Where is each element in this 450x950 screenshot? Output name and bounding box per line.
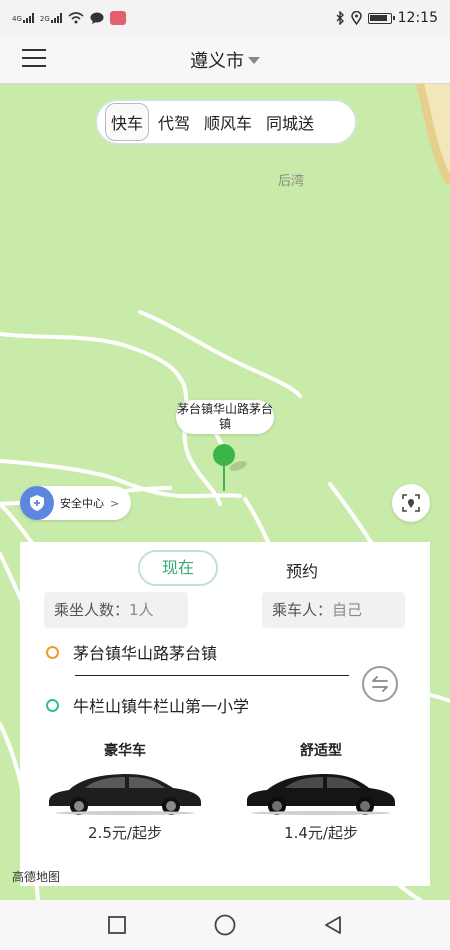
address-divider <box>75 675 349 676</box>
map-pin-icon <box>213 444 248 494</box>
start-dot-icon <box>46 645 59 659</box>
city-selector[interactable]: 遵义市 <box>190 47 260 73</box>
locate-me-button[interactable] <box>392 484 430 522</box>
service-mode-tabs: 快车 代驾 顺风车 同城送 <box>95 99 357 145</box>
pickup-location-label: 茅台镇华山路茅台镇 <box>176 400 274 434</box>
safety-center-button[interactable]: 安全中心 > <box>20 486 132 520</box>
message-icon <box>90 12 104 24</box>
recent-apps-button[interactable] <box>105 913 129 937</box>
car-name: 豪华车 <box>104 743 146 759</box>
tab-carpool[interactable]: 顺风车 <box>199 104 257 140</box>
battery-icon <box>367 12 395 24</box>
rider-value: 自己 <box>332 601 363 619</box>
menu-button[interactable] <box>22 49 46 69</box>
map-place-label: 后湾 <box>278 174 305 189</box>
map-provider-logo: 高德地图 <box>12 870 61 884</box>
signal-icon: 2G <box>40 13 62 23</box>
swap-addresses-button[interactable] <box>362 666 398 702</box>
passenger-count-label: 乘坐人数： <box>54 601 130 619</box>
tab-reserve[interactable]: 预约 <box>286 558 318 582</box>
bluetooth-icon <box>336 11 344 25</box>
end-address[interactable]: 牛栏山镇牛栏山第一小学 <box>46 693 249 717</box>
back-triangle-icon <box>325 916 341 934</box>
end-dot-icon <box>46 698 59 712</box>
tab-now[interactable]: 现在 <box>138 550 218 586</box>
rider-label: 乘车人： <box>272 601 333 619</box>
caret-down-icon <box>248 57 260 64</box>
back-button[interactable] <box>321 913 345 937</box>
tab-designated-driver[interactable]: 代驾 <box>153 104 195 140</box>
comfort-car-icon <box>247 774 395 815</box>
status-bar: 4G 2G 12:15 <box>0 0 450 36</box>
network-type-2: 2G <box>39 15 50 23</box>
home-button[interactable] <box>213 913 237 937</box>
shield-icon <box>20 486 54 520</box>
location-icon <box>350 11 362 25</box>
tab-express[interactable]: 快车 <box>105 103 150 141</box>
circle-icon <box>214 914 236 936</box>
locate-icon <box>402 494 420 512</box>
car-option-comfort[interactable]: 舒适型 1.4元/起步 <box>236 740 406 843</box>
start-address[interactable]: 茅台镇华山路茅台镇 <box>46 640 217 664</box>
passenger-count-value: 1人 <box>129 601 154 619</box>
start-address-text: 茅台镇华山路茅台镇 <box>73 644 218 663</box>
system-nav-bar <box>0 900 450 950</box>
network-type-1: 4G <box>12 15 22 23</box>
square-icon <box>108 916 126 934</box>
safety-center-label: 安全中心 <box>60 497 104 510</box>
tab-same-city-delivery[interactable]: 同城送 <box>261 104 319 140</box>
car-price: 1.4元/起步 <box>284 824 358 842</box>
luxury-car-icon <box>49 774 201 815</box>
status-time: 12:15 <box>397 10 438 26</box>
app-notification-icon <box>109 11 126 25</box>
car-option-luxury[interactable]: 豪华车 2.5元/起步 <box>40 740 210 843</box>
rider-selector[interactable]: 乘车人：自己 <box>262 592 405 628</box>
menu-icon <box>22 49 46 51</box>
time-tabs: 现在 预约 <box>20 550 430 586</box>
chevron-right-icon: > <box>110 496 120 510</box>
order-panel: 现在 预约 乘坐人数：1人 乘车人：自己 茅台镇华山路茅台镇 牛栏山镇牛栏山第一… <box>20 542 430 886</box>
swap-icon <box>372 676 388 692</box>
city-name: 遵义市 <box>190 50 244 72</box>
car-price: 2.5元/起步 <box>88 824 162 842</box>
end-address-text: 牛栏山镇牛栏山第一小学 <box>73 697 250 716</box>
signal-icon: 4G <box>12 13 34 23</box>
passenger-count-selector[interactable]: 乘坐人数：1人 <box>44 592 188 628</box>
app-header: 遵义市 <box>0 36 450 84</box>
car-name: 舒适型 <box>300 743 342 759</box>
wifi-icon <box>68 12 84 24</box>
